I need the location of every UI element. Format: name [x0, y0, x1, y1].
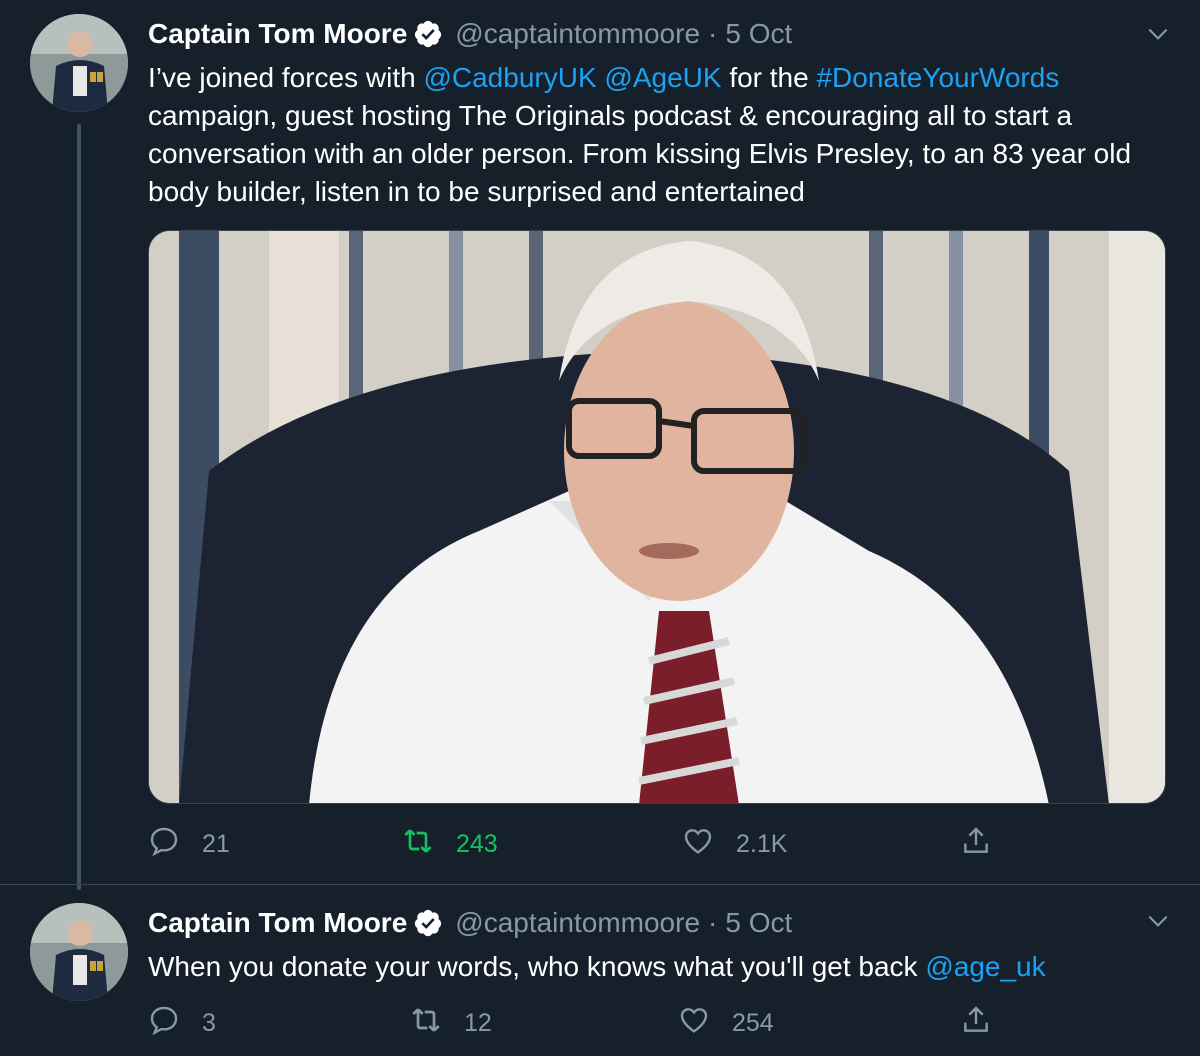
- reply-button[interactable]: 21: [148, 824, 230, 864]
- tweet-header: Captain Tom Moore @captaintommoore · 5 O…: [148, 905, 792, 941]
- reply-icon: [148, 1004, 180, 1043]
- like-button[interactable]: 2.1K: [682, 824, 787, 864]
- like-button[interactable]: 254: [678, 1003, 774, 1043]
- share-icon: [960, 1004, 992, 1043]
- tweet[interactable]: Captain Tom Moore @captaintommoore · 5 O…: [0, 0, 1200, 890]
- mention-link[interactable]: @AgeUK: [604, 62, 721, 93]
- text-segment: I’ve joined forces with: [148, 62, 424, 93]
- verified-badge-icon: [413, 908, 443, 938]
- like-count: 2.1K: [736, 829, 788, 858]
- tweet-text: I’ve joined forces with @CadburyUK @AgeU…: [148, 59, 1168, 211]
- tweet-actions: 3 12 254: [148, 1003, 1048, 1043]
- share-icon: [960, 825, 992, 864]
- heart-icon: [678, 1004, 710, 1043]
- author-name[interactable]: Captain Tom Moore: [148, 907, 407, 939]
- tweet-timestamp[interactable]: 5 Oct: [725, 18, 792, 50]
- chevron-down-icon[interactable]: [1140, 16, 1176, 52]
- heart-icon: [682, 825, 714, 864]
- retweet-count: 243: [456, 829, 498, 858]
- retweet-count: 12: [464, 1008, 492, 1037]
- reply-count: 3: [202, 1008, 216, 1037]
- reply-icon: [148, 825, 180, 864]
- tweet-actions: 21 243 2.1K: [148, 824, 1048, 864]
- retweet-icon: [410, 1004, 442, 1043]
- mention-link[interactable]: @CadburyUK: [423, 62, 596, 93]
- separator-dot: ·: [708, 18, 718, 49]
- hashtag-link[interactable]: #DonateYourWords: [816, 62, 1059, 93]
- verified-badge-icon: [413, 19, 443, 49]
- text-segment: When you donate your words, who knows wh…: [148, 951, 926, 982]
- author-handle[interactable]: @captaintommoore: [455, 18, 700, 50]
- reply-button[interactable]: 3: [148, 1003, 216, 1043]
- separator-dot: ·: [708, 907, 718, 938]
- author-name[interactable]: Captain Tom Moore: [148, 18, 407, 50]
- tweet-timestamp[interactable]: 5 Oct: [725, 907, 792, 939]
- reply-count: 21: [202, 829, 230, 858]
- retweet-button[interactable]: 243: [402, 824, 498, 864]
- tweet-text: When you donate your words, who knows wh…: [148, 948, 1168, 986]
- text-segment: for the: [721, 62, 817, 93]
- tweet-photo[interactable]: [148, 230, 1166, 804]
- retweet-button[interactable]: 12: [410, 1003, 492, 1043]
- author-avatar[interactable]: [30, 903, 128, 1001]
- mention-link[interactable]: @age_uk: [925, 951, 1045, 982]
- tweet[interactable]: Captain Tom Moore @captaintommoore · 5 O…: [0, 884, 1200, 1056]
- author-avatar[interactable]: [30, 14, 128, 112]
- thread-connector-line: [77, 124, 81, 890]
- chevron-down-icon[interactable]: [1140, 903, 1176, 939]
- retweet-icon: [402, 825, 434, 864]
- share-button[interactable]: [960, 1003, 992, 1043]
- tweet-header: Captain Tom Moore @captaintommoore · 5 O…: [148, 16, 792, 52]
- share-button[interactable]: [960, 824, 992, 864]
- author-handle[interactable]: @captaintommoore: [455, 907, 700, 939]
- text-segment: campaign, guest hosting The Originals po…: [148, 100, 1132, 207]
- like-count: 254: [732, 1008, 774, 1037]
